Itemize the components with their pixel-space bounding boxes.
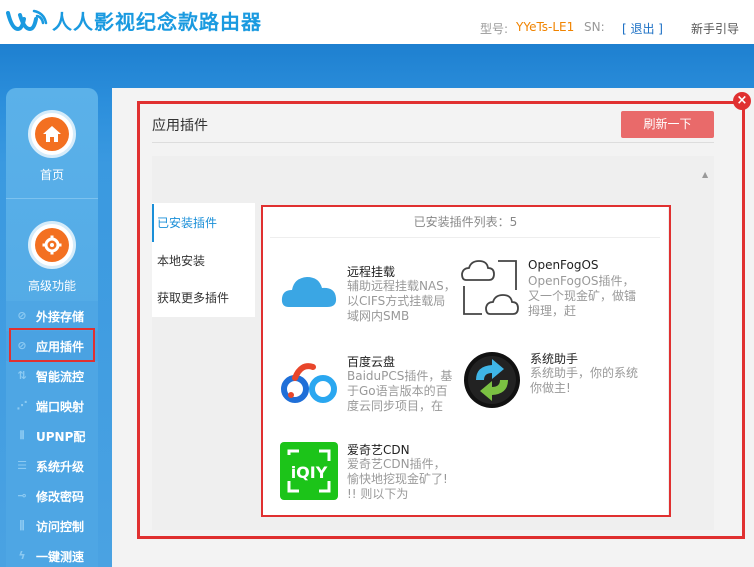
home-icon bbox=[35, 117, 69, 151]
sidebar-advanced[interactable]: 高级功能 bbox=[6, 221, 98, 294]
top-header: 人人影视纪念款路由器 型号: YYeTs-LE1 SN: [ 退出 ] 新手引导 bbox=[0, 0, 754, 44]
advanced-label: 高级功能 bbox=[27, 279, 76, 293]
gear-icon bbox=[35, 228, 69, 262]
sidebar-item-access[interactable]: ⫼ 访问控制 bbox=[6, 511, 98, 541]
wifi-logo-icon bbox=[6, 9, 48, 32]
advanced-circle bbox=[28, 221, 76, 269]
sidebar-item-label: 修改密码 bbox=[36, 489, 85, 504]
sidebar-item-label: 端口映射 bbox=[36, 399, 85, 414]
upgrade-icon: ☰ bbox=[17, 459, 27, 472]
sidebar-highlight-box bbox=[9, 328, 95, 362]
sidebar-item-label: 外接存储 bbox=[36, 309, 85, 324]
logout-link[interactable]: [ 退出 ] bbox=[622, 20, 663, 37]
sidebar-home[interactable]: 首页 bbox=[6, 110, 98, 183]
sidebar-item-upgrade[interactable]: ☰ 系统升级 bbox=[6, 451, 98, 481]
panel-highlight-box bbox=[137, 101, 745, 539]
close-icon[interactable]: × bbox=[733, 92, 751, 110]
guide-link[interactable]: 新手引导 bbox=[691, 20, 739, 37]
sidebar-item-speedtest[interactable]: ϟ 一键测速 bbox=[6, 541, 98, 567]
sidebar-item-storage[interactable]: ⊘ 外接存储 bbox=[6, 301, 98, 331]
sidebar-divider bbox=[6, 198, 98, 199]
check-icon: ⊘ bbox=[17, 309, 27, 322]
access-icon: ⫼ bbox=[19, 519, 25, 532]
sidebar-item-label: 智能流控 bbox=[36, 369, 85, 384]
key-icon: ⊸ bbox=[17, 489, 27, 502]
sidebar-item-port-mapping[interactable]: ⋰ 端口映射 bbox=[6, 391, 98, 421]
flow-icon: ⇅ bbox=[17, 369, 27, 382]
sidebar-item-label: 系统升级 bbox=[36, 459, 85, 474]
sidebar-item-qos[interactable]: ⇅ 智能流控 bbox=[6, 361, 98, 391]
port-icon: ⋰ bbox=[16, 399, 28, 412]
bolt-icon: ϟ bbox=[18, 549, 26, 562]
brand-name: 人人影视纪念款路由器 bbox=[52, 9, 262, 34]
brand-logo: 人人影视纪念款路由器 bbox=[6, 6, 262, 34]
home-circle bbox=[28, 110, 76, 158]
sidebar-item-password[interactable]: ⊸ 修改密码 bbox=[6, 481, 98, 511]
sidebar-item-label: 访问控制 bbox=[36, 519, 85, 534]
sidebar-item-upnp[interactable]: ⫴ UPNP配 bbox=[6, 421, 98, 451]
bars-icon: ⫴ bbox=[19, 429, 25, 442]
model-label: 型号: bbox=[480, 22, 509, 36]
sn-label: SN: bbox=[584, 20, 605, 34]
sidebar-item-label: UPNP配 bbox=[36, 429, 86, 444]
model-value: YYeTs-LE1 bbox=[516, 20, 575, 34]
home-label: 首页 bbox=[39, 168, 64, 182]
sidebar-item-label: 一键测速 bbox=[36, 549, 85, 564]
